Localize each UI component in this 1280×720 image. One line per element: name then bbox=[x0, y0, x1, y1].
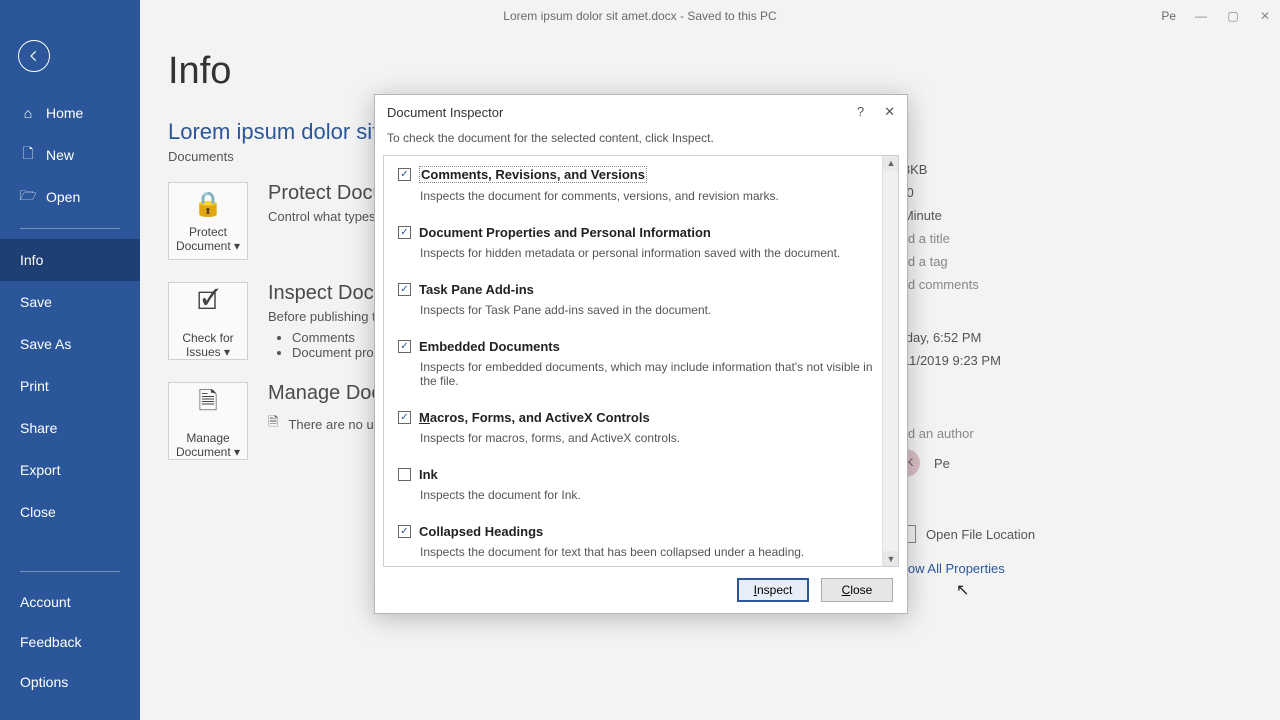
modal-overlay: Document Inspector ? ✕ To check the docu… bbox=[0, 0, 1280, 720]
checkbox[interactable]: ✓ bbox=[398, 283, 411, 296]
scroll-up-icon[interactable]: ▲ bbox=[883, 155, 899, 171]
inspector-item: ✓ Macros, Forms, and ActiveX Controls Insp… bbox=[384, 400, 898, 457]
dialog-title: Document Inspector bbox=[387, 105, 503, 120]
inspector-item-desc: Inspects for hidden metadata or personal… bbox=[420, 246, 884, 260]
checkbox[interactable] bbox=[398, 468, 411, 481]
inspector-item-label[interactable]: Comments, Revisions, and Versions bbox=[419, 166, 647, 183]
inspector-item: ✓ Task Pane Add-ins Inspects for Task Pane… bbox=[384, 272, 898, 329]
dialog-instruction: To check the document for the selected c… bbox=[375, 129, 907, 155]
scroll-down-icon[interactable]: ▼ bbox=[883, 551, 899, 567]
inspector-item-label[interactable]: Document Properties and Personal Informa… bbox=[419, 225, 711, 240]
close-icon[interactable]: ✕ bbox=[884, 104, 895, 120]
inspector-item-desc: Inspects for Task Pane add-ins saved in … bbox=[420, 303, 884, 317]
inspector-item: ✓ Embedded Documents Inspects for embedded… bbox=[384, 329, 898, 400]
inspector-item: ✓ Document Properties and Personal Inform… bbox=[384, 215, 898, 272]
inspector-item-label[interactable]: Collapsed Headings bbox=[419, 524, 543, 539]
checkbox[interactable]: ✓ bbox=[398, 340, 411, 353]
scrollbar[interactable]: ▲ ▼ bbox=[882, 155, 899, 567]
inspector-item-label[interactable]: Embedded Documents bbox=[419, 339, 560, 354]
close-button[interactable]: Close bbox=[821, 578, 893, 602]
checkbox[interactable]: ✓ bbox=[398, 226, 411, 239]
inspector-item-desc: Inspects the document for Ink. bbox=[420, 488, 884, 502]
inspector-item: ✓ Comments, Revisions, and Versions Inspec… bbox=[384, 156, 898, 215]
inspector-list: ✓ Comments, Revisions, and Versions Inspec… bbox=[383, 155, 899, 567]
inspector-item-label[interactable]: Macros, Forms, and ActiveX Controls bbox=[419, 410, 650, 425]
inspector-item-desc: Inspects for embedded documents, which m… bbox=[420, 360, 884, 388]
inspect-button[interactable]: Inspect bbox=[737, 578, 809, 602]
inspector-item: Ink Inspects the document for Ink. bbox=[384, 457, 898, 514]
inspector-item-label[interactable]: Task Pane Add-ins bbox=[419, 282, 534, 297]
document-inspector-dialog: Document Inspector ? ✕ To check the docu… bbox=[374, 94, 908, 614]
inspector-item-desc: Inspects the document for text that has … bbox=[420, 545, 884, 559]
checkbox[interactable]: ✓ bbox=[398, 168, 411, 181]
help-icon[interactable]: ? bbox=[857, 104, 864, 120]
inspector-item-desc: Inspects the document for comments, vers… bbox=[420, 189, 884, 203]
inspector-item: ✓ Collapsed Headings Inspects the document… bbox=[384, 514, 898, 567]
inspector-item-label[interactable]: Ink bbox=[419, 467, 438, 482]
checkbox[interactable]: ✓ bbox=[398, 411, 411, 424]
checkbox[interactable]: ✓ bbox=[398, 525, 411, 538]
inspector-item-desc: Inspects for macros, forms, and ActiveX … bbox=[420, 431, 884, 445]
